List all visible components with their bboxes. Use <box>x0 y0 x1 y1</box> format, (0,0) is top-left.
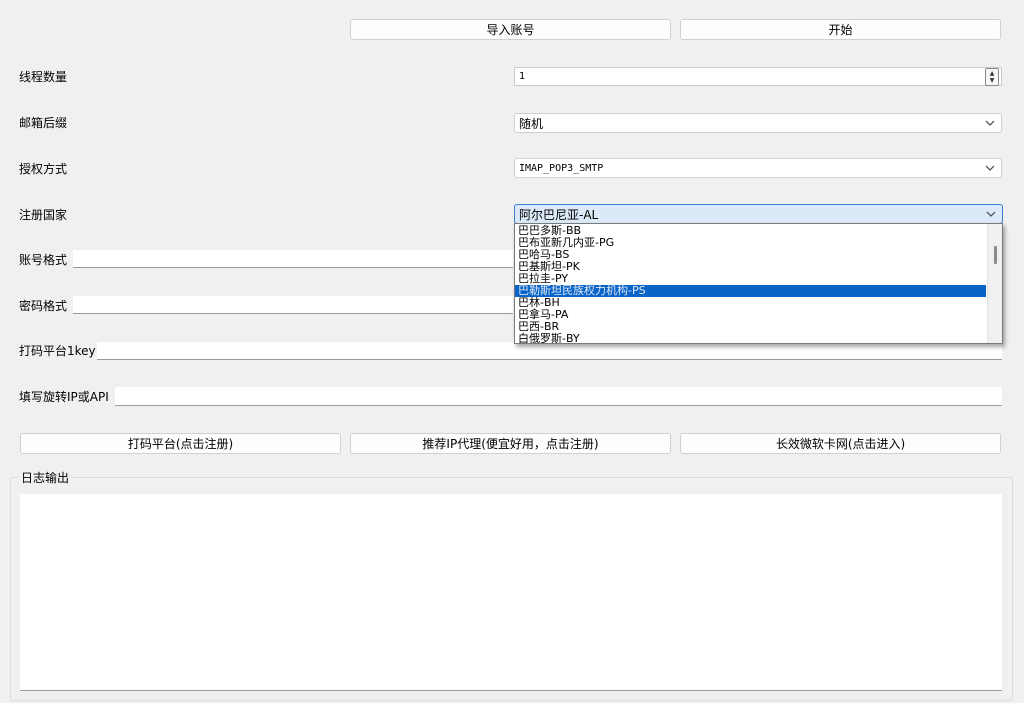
chevron-down-icon <box>982 115 998 131</box>
dropdown-item[interactable]: 巴林-BH <box>515 297 986 309</box>
dropdown-item-selected[interactable]: 巴勒斯坦民族权力机构-PS <box>515 285 986 297</box>
dropdown-item[interactable]: 巴布亚新几内亚-PG <box>515 237 986 249</box>
import-accounts-button[interactable]: 导入账号 <box>350 19 671 40</box>
password-format-field[interactable] <box>73 296 513 314</box>
password-format-label: 密码格式 <box>19 299 68 313</box>
auth-method-label: 授权方式 <box>19 162 68 176</box>
chevron-down-icon <box>982 160 998 176</box>
country-label: 注册国家 <box>19 208 68 222</box>
threads-label: 线程数量 <box>19 70 68 84</box>
captcha-register-button[interactable]: 打码平台(点击注册) <box>20 433 341 454</box>
captcha-key-field[interactable] <box>97 342 1002 360</box>
dropdown-item[interactable]: 巴西-BR <box>515 321 986 333</box>
country-dropdown-list[interactable]: 巴巴多斯-BB 巴布亚新几内亚-PG 巴哈马-BS 巴基斯坦-PK 巴拉圭-PY… <box>514 223 1003 344</box>
scrollbar-thumb[interactable] <box>994 246 997 264</box>
proxy-label: 填写旋转IP或API <box>19 390 109 404</box>
start-button[interactable]: 开始 <box>680 19 1001 40</box>
log-title: 日志输出 <box>19 470 72 486</box>
country-value: 阿尔巴尼亚-AL <box>519 207 599 222</box>
country-select[interactable]: 阿尔巴尼亚-AL <box>514 204 1003 224</box>
card-shop-button[interactable]: 长效微软卡网(点击进入) <box>680 433 1001 454</box>
log-output[interactable] <box>20 494 1002 691</box>
dropdown-item[interactable]: 巴拿马-PA <box>515 309 986 321</box>
dropdown-item[interactable]: 巴哈马-BS <box>515 249 986 261</box>
dropdown-item[interactable]: 巴基斯坦-PK <box>515 261 986 273</box>
account-format-label: 账号格式 <box>19 253 68 267</box>
chevron-down-icon <box>983 206 999 222</box>
email-suffix-value: 随机 <box>519 116 544 131</box>
proxy-field[interactable] <box>115 387 1002 406</box>
threads-spinbox[interactable]: 1 ▲ ▼ <box>514 67 1002 86</box>
account-format-field[interactable] <box>73 250 513 268</box>
threads-value: 1 <box>519 71 526 82</box>
auth-method-value: IMAP_POP3_SMTP <box>519 162 604 174</box>
email-suffix-select[interactable]: 随机 <box>514 113 1002 133</box>
spin-arrows-icon[interactable]: ▲ ▼ <box>985 67 999 86</box>
email-suffix-label: 邮箱后缀 <box>19 116 68 130</box>
dropdown-item[interactable]: 白俄罗斯-BY <box>515 333 986 344</box>
auth-method-select[interactable]: IMAP_POP3_SMTP <box>514 158 1002 178</box>
dropdown-scrollbar[interactable] <box>987 224 1002 343</box>
captcha-key-label: 打码平台1key <box>19 344 96 358</box>
proxy-recommend-button[interactable]: 推荐IP代理(便宜好用，点击注册) <box>350 433 671 454</box>
